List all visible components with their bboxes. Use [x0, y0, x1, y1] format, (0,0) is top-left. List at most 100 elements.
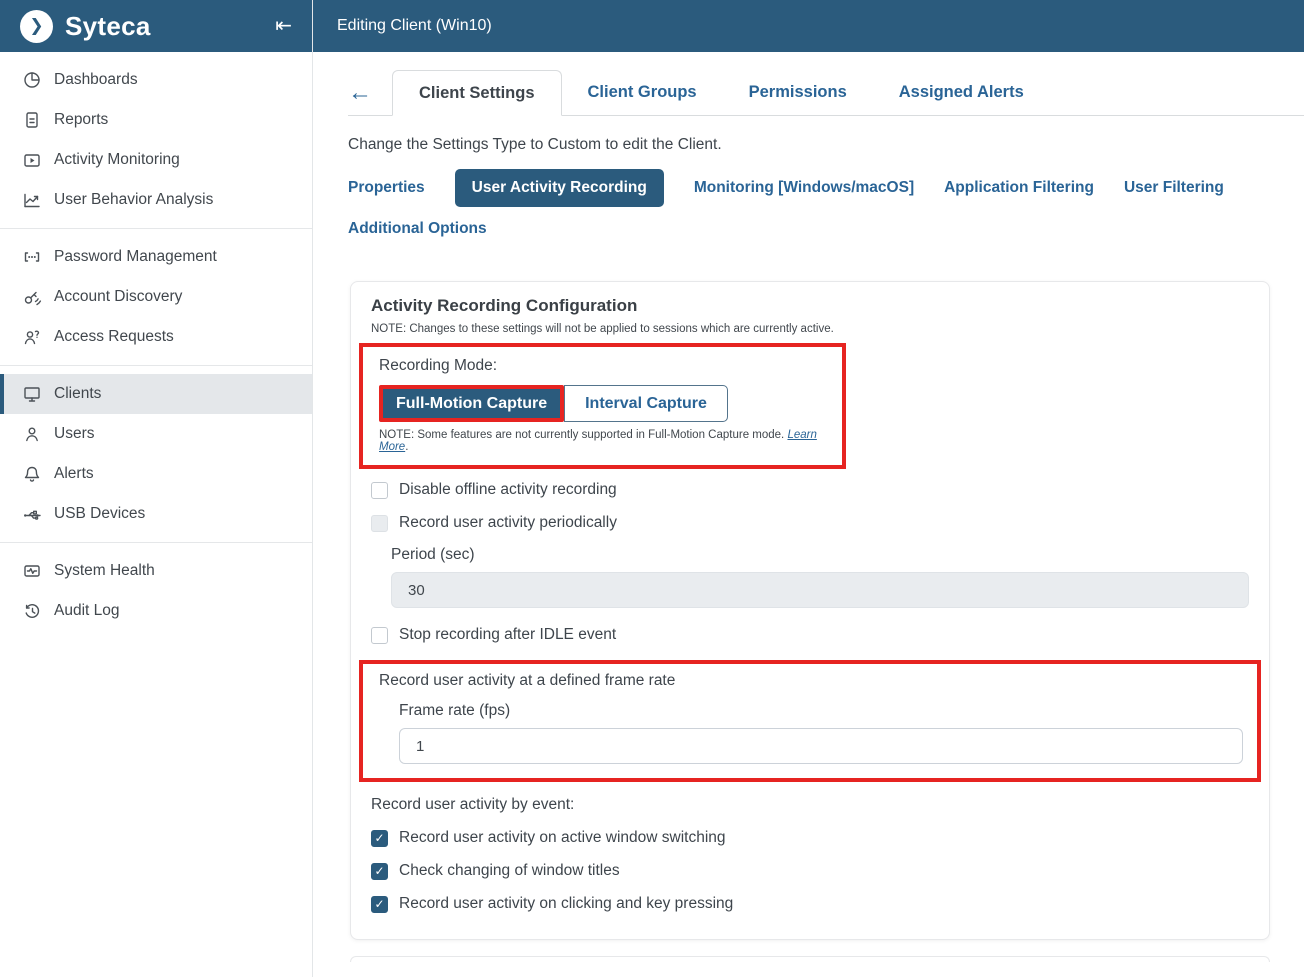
tab-assigned-alerts[interactable]: Assigned Alerts [873, 70, 1050, 115]
recording-mode-note-text: NOTE: Some features are not currently su… [379, 429, 784, 441]
disable-offline-checkbox[interactable] [371, 482, 388, 499]
period-input[interactable] [391, 572, 1249, 608]
stop-idle-checkbox[interactable] [371, 627, 388, 644]
stop-idle-row: Stop recording after IDLE event [371, 626, 1249, 644]
subtab-user-filtering[interactable]: User Filtering [1124, 169, 1224, 207]
frame-rate-highlight-box: Record user activity at a defined frame … [359, 660, 1261, 782]
event-row-click-keypress: Record user activity on clicking and key… [371, 895, 1249, 913]
click-keypress-label: Record user activity on clicking and key… [399, 895, 733, 913]
alerts-icon [22, 464, 42, 484]
sidebar-item-users[interactable]: Users [0, 414, 312, 454]
sidebar-item-label: Reports [54, 111, 108, 129]
period-field-wrap [391, 572, 1249, 608]
event-row-window-titles: Check changing of window titles [371, 862, 1249, 880]
sidebar-item-label: User Behavior Analysis [54, 191, 213, 209]
sidebar-item-label: Audit Log [54, 602, 120, 620]
interval-capture-button[interactable]: Interval Capture [564, 385, 728, 422]
sidebar-item-alerts[interactable]: Alerts [0, 454, 312, 494]
frame-rate-label: Frame rate (fps) [399, 702, 1243, 720]
sidebar-item-system-health[interactable]: System Health [0, 551, 312, 591]
user-behavior-icon [22, 190, 42, 210]
disable-offline-label: Disable offline activity recording [399, 481, 617, 499]
record-periodically-row: Record user activity periodically [371, 514, 1249, 532]
sidebar-item-label: Clients [54, 385, 101, 403]
tab-client-groups[interactable]: Client Groups [562, 70, 723, 115]
users-icon [22, 424, 42, 444]
sidebar-item-label: Password Management [54, 248, 217, 266]
subtab-user-activity-recording[interactable]: User Activity Recording [455, 169, 664, 207]
sidebar-item-label: Activity Monitoring [54, 151, 180, 169]
collapse-sidebar-icon[interactable]: ⇤ [271, 12, 296, 40]
main-area: Editing Client (Win10) ← Client Settings… [313, 0, 1304, 977]
note-period: . [405, 441, 408, 453]
sidebar-item-label: Access Requests [54, 328, 174, 346]
window-titles-label: Check changing of window titles [399, 862, 620, 880]
subtab-properties[interactable]: Properties [348, 169, 425, 207]
sidebar-item-label: Alerts [54, 465, 94, 483]
system-health-icon [22, 561, 42, 581]
sidebar-item-audit-log[interactable]: Audit Log [0, 591, 312, 631]
record-periodically-label: Record user activity periodically [399, 514, 617, 532]
nav-group-pam: Password Management Account Discovery Ac… [0, 228, 312, 365]
clients-icon [22, 384, 42, 404]
reports-icon [22, 110, 42, 130]
sidebar-item-label: Dashboards [54, 71, 138, 89]
sidebar-item-label: System Health [54, 562, 155, 580]
sidebar-header: ❯ Syteca ⇤ [0, 0, 312, 52]
stop-idle-label: Stop recording after IDLE event [399, 626, 616, 644]
next-card-edge [350, 956, 1270, 962]
disable-offline-row: Disable offline activity recording [371, 481, 1249, 499]
frame-rate-field-wrap [399, 728, 1243, 764]
tab-bar: ← Client Settings Client Groups Permissi… [348, 70, 1304, 116]
back-button[interactable]: ← [348, 70, 392, 115]
nav-group-analytics: Dashboards Reports Activity Monitoring [0, 52, 312, 228]
sidebar-item-account-discovery[interactable]: Account Discovery [0, 277, 312, 317]
window-switching-checkbox[interactable] [371, 830, 388, 847]
sidebar-item-label: Account Discovery [54, 288, 182, 306]
by-event-label: Record user activity by event: [371, 796, 1249, 814]
account-discovery-icon [22, 287, 42, 307]
nav-group-endpoints: Clients Users Alerts [0, 365, 312, 542]
sidebar-item-reports[interactable]: Reports [0, 100, 312, 140]
tab-client-settings[interactable]: Client Settings [392, 70, 562, 116]
sidebar-item-dashboards[interactable]: Dashboards [0, 60, 312, 100]
dashboards-icon [22, 70, 42, 90]
subtab-application-filtering[interactable]: Application Filtering [944, 169, 1094, 207]
recording-mode-note: NOTE: Some features are not currently su… [379, 429, 828, 453]
period-label: Period (sec) [391, 546, 1249, 564]
page-title-bar: Editing Client (Win10) [313, 0, 1304, 52]
sidebar-item-label: Users [54, 425, 94, 443]
sidebar: ❯ Syteca ⇤ Dashboards Reports [0, 0, 313, 977]
record-periodically-checkbox[interactable] [371, 515, 388, 532]
settings-type-hint: Change the Settings Type to Custom to ed… [348, 134, 1304, 155]
content-area: ← Client Settings Client Groups Permissi… [313, 52, 1304, 962]
sidebar-nav: Dashboards Reports Activity Monitoring [0, 52, 312, 639]
subtab-bar: Properties User Activity Recording Monit… [348, 169, 1304, 248]
activity-recording-card: Activity Recording Configuration NOTE: C… [350, 281, 1270, 940]
sidebar-item-label: USB Devices [54, 505, 145, 523]
full-motion-capture-button[interactable]: Full-Motion Capture [379, 385, 564, 422]
sidebar-item-password-management[interactable]: Password Management [0, 237, 312, 277]
recording-mode-label: Recording Mode: [379, 357, 828, 375]
recording-mode-highlight-box: Recording Mode: Full-Motion Capture Inte… [359, 343, 846, 469]
access-requests-icon [22, 327, 42, 347]
subtab-monitoring[interactable]: Monitoring [Windows/macOS] [694, 169, 914, 207]
sidebar-item-access-requests[interactable]: Access Requests [0, 317, 312, 357]
tab-permissions[interactable]: Permissions [723, 70, 873, 115]
window-titles-checkbox[interactable] [371, 863, 388, 880]
audit-log-icon [22, 601, 42, 621]
app-window: ❯ Syteca ⇤ Dashboards Reports [0, 0, 1304, 977]
sidebar-item-activity-monitoring[interactable]: Activity Monitoring [0, 140, 312, 180]
subtab-additional-options[interactable]: Additional Options [348, 210, 487, 248]
card-note: NOTE: Changes to these settings will not… [371, 323, 1249, 335]
click-keypress-checkbox[interactable] [371, 896, 388, 913]
password-icon [22, 247, 42, 267]
sidebar-item-usb-devices[interactable]: USB Devices [0, 494, 312, 534]
window-switching-label: Record user activity on active window sw… [399, 829, 726, 847]
sidebar-item-user-behavior-analysis[interactable]: User Behavior Analysis [0, 180, 312, 220]
sidebar-item-clients[interactable]: Clients [0, 374, 312, 414]
frame-rate-section-label: Record user activity at a defined frame … [379, 672, 1243, 690]
nav-group-system: System Health Audit Log [0, 542, 312, 639]
activity-monitoring-icon [22, 150, 42, 170]
frame-rate-input[interactable] [399, 728, 1243, 764]
